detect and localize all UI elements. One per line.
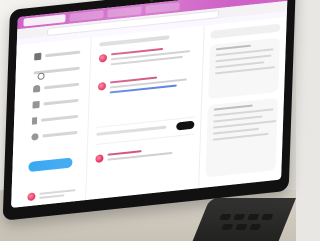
key <box>261 214 274 220</box>
avatar <box>97 81 107 91</box>
nav-label-placeholder <box>42 130 78 138</box>
mail-icon <box>32 100 40 109</box>
nav-label-placeholder <box>45 50 81 57</box>
text-line-placeholder <box>39 194 65 199</box>
nav-item-profile[interactable] <box>31 127 78 142</box>
send-button[interactable] <box>176 120 195 131</box>
key <box>235 224 248 230</box>
post-text-placeholder <box>107 145 193 164</box>
text-line-placeholder <box>213 104 253 111</box>
laptop-bezel <box>2 0 297 221</box>
main-timeline <box>85 25 205 201</box>
nav-label-placeholder <box>43 98 79 105</box>
nav-item-notifications[interactable] <box>33 79 80 94</box>
who-to-follow-widget <box>205 97 278 178</box>
account-text-placeholder <box>39 189 76 199</box>
nav-item-bookmarks[interactable] <box>31 111 79 126</box>
account-switcher[interactable] <box>27 187 76 202</box>
key <box>247 214 260 220</box>
bell-icon <box>33 84 41 93</box>
post-text-placeholder <box>110 44 198 68</box>
nav-item-messages[interactable] <box>32 95 79 110</box>
photo <box>0 0 297 241</box>
avatar <box>98 53 108 63</box>
compose-row[interactable] <box>95 116 195 145</box>
nav-item-search[interactable] <box>33 63 80 81</box>
nav-label-placeholder <box>41 114 79 122</box>
text-line-placeholder <box>215 44 251 51</box>
web-page <box>11 16 287 208</box>
key <box>221 224 234 230</box>
nav-item-home[interactable] <box>34 47 81 62</box>
bookmark-icon <box>31 116 38 125</box>
home-icon <box>34 52 42 60</box>
laptop-screen <box>11 0 288 208</box>
key <box>233 214 246 220</box>
avatar <box>95 154 104 164</box>
user-icon <box>31 132 39 141</box>
avatar <box>27 192 36 202</box>
key <box>219 214 232 220</box>
text-line-placeholder <box>212 132 269 141</box>
key <box>249 224 262 230</box>
nav-label-placeholder <box>44 82 80 89</box>
laptop <box>2 0 297 221</box>
post-button[interactable] <box>28 157 73 173</box>
timeline-header-placeholder <box>99 35 170 47</box>
compose-input[interactable] <box>96 125 167 136</box>
right-sidebar <box>201 17 287 188</box>
search-field[interactable] <box>210 23 281 39</box>
left-nav <box>11 37 87 208</box>
keyboard <box>192 198 296 241</box>
search-icon <box>37 72 45 81</box>
trends-widget <box>208 37 281 100</box>
post[interactable] <box>95 143 194 179</box>
